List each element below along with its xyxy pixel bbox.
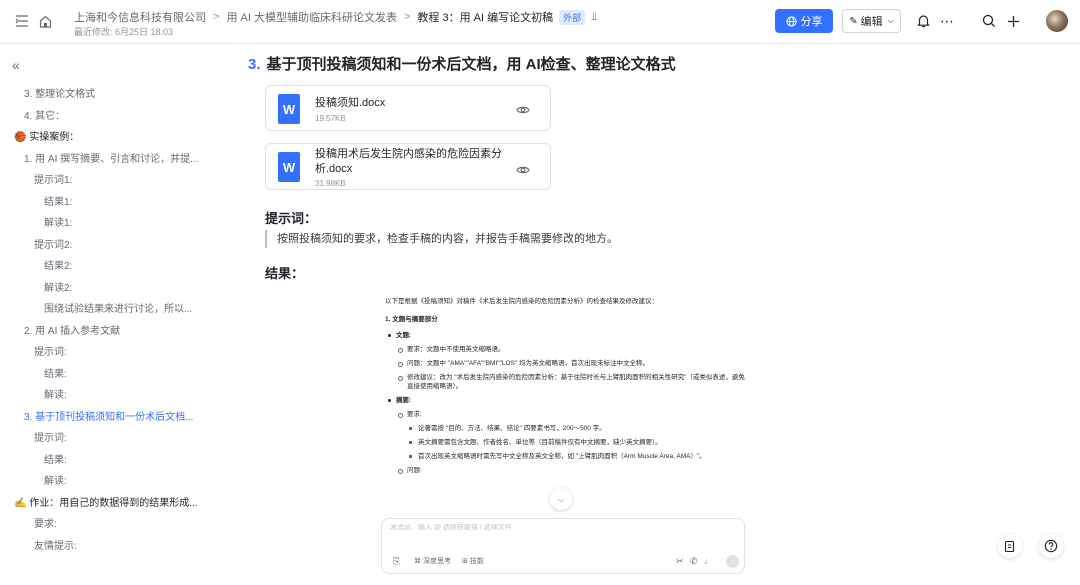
- toc-item[interactable]: 解读1:: [0, 213, 230, 235]
- file-size: 31.98KB: [315, 179, 346, 188]
- phone-icon[interactable]: ✆: [690, 556, 698, 567]
- file-card[interactable]: W 投稿用术后发生院内感染的危险因素分析.docx 31.98KB: [265, 143, 551, 190]
- breadcrumb-item-current[interactable]: 教程 3：用 AI 编写论文初稿: [417, 9, 553, 25]
- result-sub-bullet: 问题:: [385, 466, 745, 475]
- file-size: 19.57KB: [315, 114, 346, 123]
- file-name: 投稿用术后发生院内感染的危险因素分析.docx: [315, 148, 502, 175]
- breadcrumb-separator: >: [213, 11, 220, 23]
- skills-icon: ⊞: [462, 558, 468, 565]
- result-sub-bullet: 要求:: [385, 410, 745, 419]
- toc-item[interactable]: 结果1:: [0, 192, 230, 214]
- add-icon[interactable]: [1004, 12, 1022, 30]
- preview-eye-icon[interactable]: [516, 162, 530, 180]
- deep-think-label: 深度思考: [423, 558, 451, 565]
- toc-item[interactable]: 解读:: [0, 471, 230, 493]
- preview-eye-icon[interactable]: [516, 102, 530, 120]
- deep-think-button[interactable]: ⌘ 深度思考: [414, 556, 451, 566]
- document-body: 3. 基于顶刊投稿须知和一份术后文档，用 AI检查、整理论文格式 W 投稿须知.d…: [248, 44, 768, 585]
- bell-icon[interactable]: [914, 12, 932, 30]
- result-sub-bullet: 问题：文题中 "AMA""AFA""BMI""LOS" 均为英文缩略语，首次出现…: [385, 359, 745, 368]
- help-icon[interactable]: [1039, 534, 1063, 558]
- chat-input[interactable]: [390, 524, 730, 531]
- prompt-quote: 按照投稿须知的要求，检查手稿的内容，并报告手稿需要修改的地方。: [265, 230, 618, 248]
- word-file-icon: W: [278, 94, 300, 124]
- edit-label: 编辑: [860, 16, 883, 28]
- section-heading: 3. 基于顶刊投稿须知和一份术后文档，用 AI检查、整理论文格式: [248, 53, 676, 74]
- edit-button[interactable]: ✎ 编辑 ⌵: [842, 9, 901, 33]
- deep-think-icon: ⌘: [414, 558, 421, 565]
- toc-item[interactable]: 提示词:: [0, 428, 230, 450]
- pin-icon[interactable]: ⫫: [591, 11, 597, 24]
- toc-item[interactable]: 1. 用 AI 撰写摘要、引言和讨论，并提...: [0, 149, 230, 171]
- breadcrumb: 上海和今信息科技有限公司 > 用 AI 大模型辅助临床科研论文发表 > 教程 3…: [74, 9, 597, 25]
- toc-item[interactable]: 提示词:: [0, 342, 230, 364]
- toc-item[interactable]: 4. 其它：: [0, 106, 230, 128]
- toc-item[interactable]: 要求:: [0, 514, 230, 536]
- section-title: 基于顶刊投稿须知和一份术后文档，用 AI检查、整理论文格式: [266, 56, 676, 73]
- menu-toggle-icon[interactable]: [14, 13, 30, 29]
- result-bullet: 摘要:: [385, 396, 745, 405]
- attach-icon[interactable]: ⎘: [393, 556, 400, 567]
- pencil-icon: ✎: [849, 15, 858, 27]
- toc-item[interactable]: 提示词1:: [0, 170, 230, 192]
- collapse-icon[interactable]: «: [12, 57, 20, 73]
- breadcrumb-item-course[interactable]: 用 AI 大模型辅助临床科研论文发表: [226, 9, 397, 25]
- toc-item[interactable]: 结果2:: [0, 256, 230, 278]
- toc-item[interactable]: 2. 用 AI 插入参考文献: [0, 321, 230, 343]
- toc-list: 3. 整理论文格式 4. 其它： 🏀 实操案例： 1. 用 AI 撰写摘要、引言和讨论…: [0, 84, 230, 557]
- globe-icon: [785, 15, 797, 27]
- result-section-title: 1. 文题与摘要部分: [385, 316, 438, 323]
- skills-label: 技能: [469, 558, 484, 565]
- prompt-heading: 提示词：: [265, 211, 318, 226]
- toc-item[interactable]: 🏀 实操案例：: [0, 127, 230, 149]
- last-modified: 最近修改: 6月25日 18:03: [74, 27, 174, 37]
- breadcrumb-separator: >: [403, 11, 411, 23]
- breadcrumb-item-company[interactable]: 上海和今信息科技有限公司: [74, 9, 206, 25]
- result-sub-sub-bullet: 论著需按 "目的、方法、结果、结论" 四要素书写，200～500 字。: [385, 424, 745, 433]
- more-icon[interactable]: ⋯: [937, 12, 957, 30]
- skills-button[interactable]: ⊞ 技能: [462, 556, 484, 566]
- toc-item[interactable]: 解读2:: [0, 278, 230, 300]
- avatar[interactable]: [1046, 10, 1068, 32]
- chevron-down-icon: ⌵: [887, 16, 894, 25]
- section-number: 3.: [248, 56, 261, 73]
- toc-item[interactable]: 结果:: [0, 450, 230, 472]
- microphone-icon[interactable]: ♩: [704, 556, 713, 566]
- result-bullet: 文题:: [385, 331, 745, 340]
- toc-item[interactable]: 3. 整理论文格式: [0, 84, 230, 106]
- result-heading: 结果：: [265, 266, 305, 281]
- toc-item[interactable]: 结果:: [0, 364, 230, 386]
- ai-chat-box: ⎘ ⌘深度思考 ⊞技能 ✂ ✆ ♩ ↑: [381, 518, 745, 574]
- notes-icon[interactable]: [998, 534, 1022, 558]
- scissors-icon[interactable]: ✂: [676, 556, 684, 567]
- external-badge: 外部: [559, 9, 586, 25]
- result-sub-sub-bullet: 英文摘要需包含文题、作者姓名、单位等（目前稿件仅有中文摘要，缺少英文摘要）。: [385, 438, 745, 447]
- result-sub-bullet: 修改建议：改为 "术后发生院内感染的危险因素分析：基于住院时长与上臂肌肉面积的相…: [385, 373, 745, 391]
- share-button[interactable]: 分享: [775, 9, 833, 33]
- word-file-icon: W: [278, 152, 300, 182]
- toc-item[interactable]: 提示词2:: [0, 235, 230, 257]
- scroll-down-icon[interactable]: ⌵: [550, 488, 572, 510]
- table-of-contents: « 3. 整理论文格式 4. 其它： 🏀 实操案例： 1. 用 AI 撰写摘要、引言和…: [0, 44, 230, 585]
- search-icon[interactable]: [980, 12, 998, 30]
- toc-item[interactable]: ✍️ 作业：用自己的数据得到的结果形成...: [0, 493, 230, 515]
- file-name: 投稿须知.docx: [315, 97, 386, 109]
- result-screenshot: 以下是根据《投稿须知》对稿件《术后发生院内感染的危险因素分析》的检查结果及修改建…: [385, 297, 745, 480]
- toc-item[interactable]: 友情提示:: [0, 536, 230, 558]
- share-label: 分享: [800, 16, 823, 28]
- home-icon[interactable]: [37, 13, 53, 29]
- file-card[interactable]: W 投稿须知.docx 19.57KB: [265, 85, 551, 131]
- result-sub-bullet: 要求：文题中不使用英文缩略语。: [385, 345, 745, 354]
- send-button[interactable]: ↑: [726, 555, 739, 568]
- toc-item[interactable]: 3. 基于顶刊投稿须知和一份术后文档...: [0, 407, 230, 429]
- result-sub-sub-bullet: 首次出现英文缩略语时需先写中文全称及英文全称，如 "上臂肌肉面积（Arm Mus…: [385, 452, 745, 461]
- toc-item[interactable]: 解读:: [0, 385, 230, 407]
- top-bar: 上海和今信息科技有限公司 > 用 AI 大模型辅助临床科研论文发表 > 教程 3…: [0, 0, 1080, 44]
- toc-item[interactable]: 围绕试验结果来进行讨论，所以...: [0, 299, 230, 321]
- result-intro: 以下是根据《投稿须知》对稿件《术后发生院内感染的危险因素分析》的检查结果及修改建…: [385, 298, 658, 305]
